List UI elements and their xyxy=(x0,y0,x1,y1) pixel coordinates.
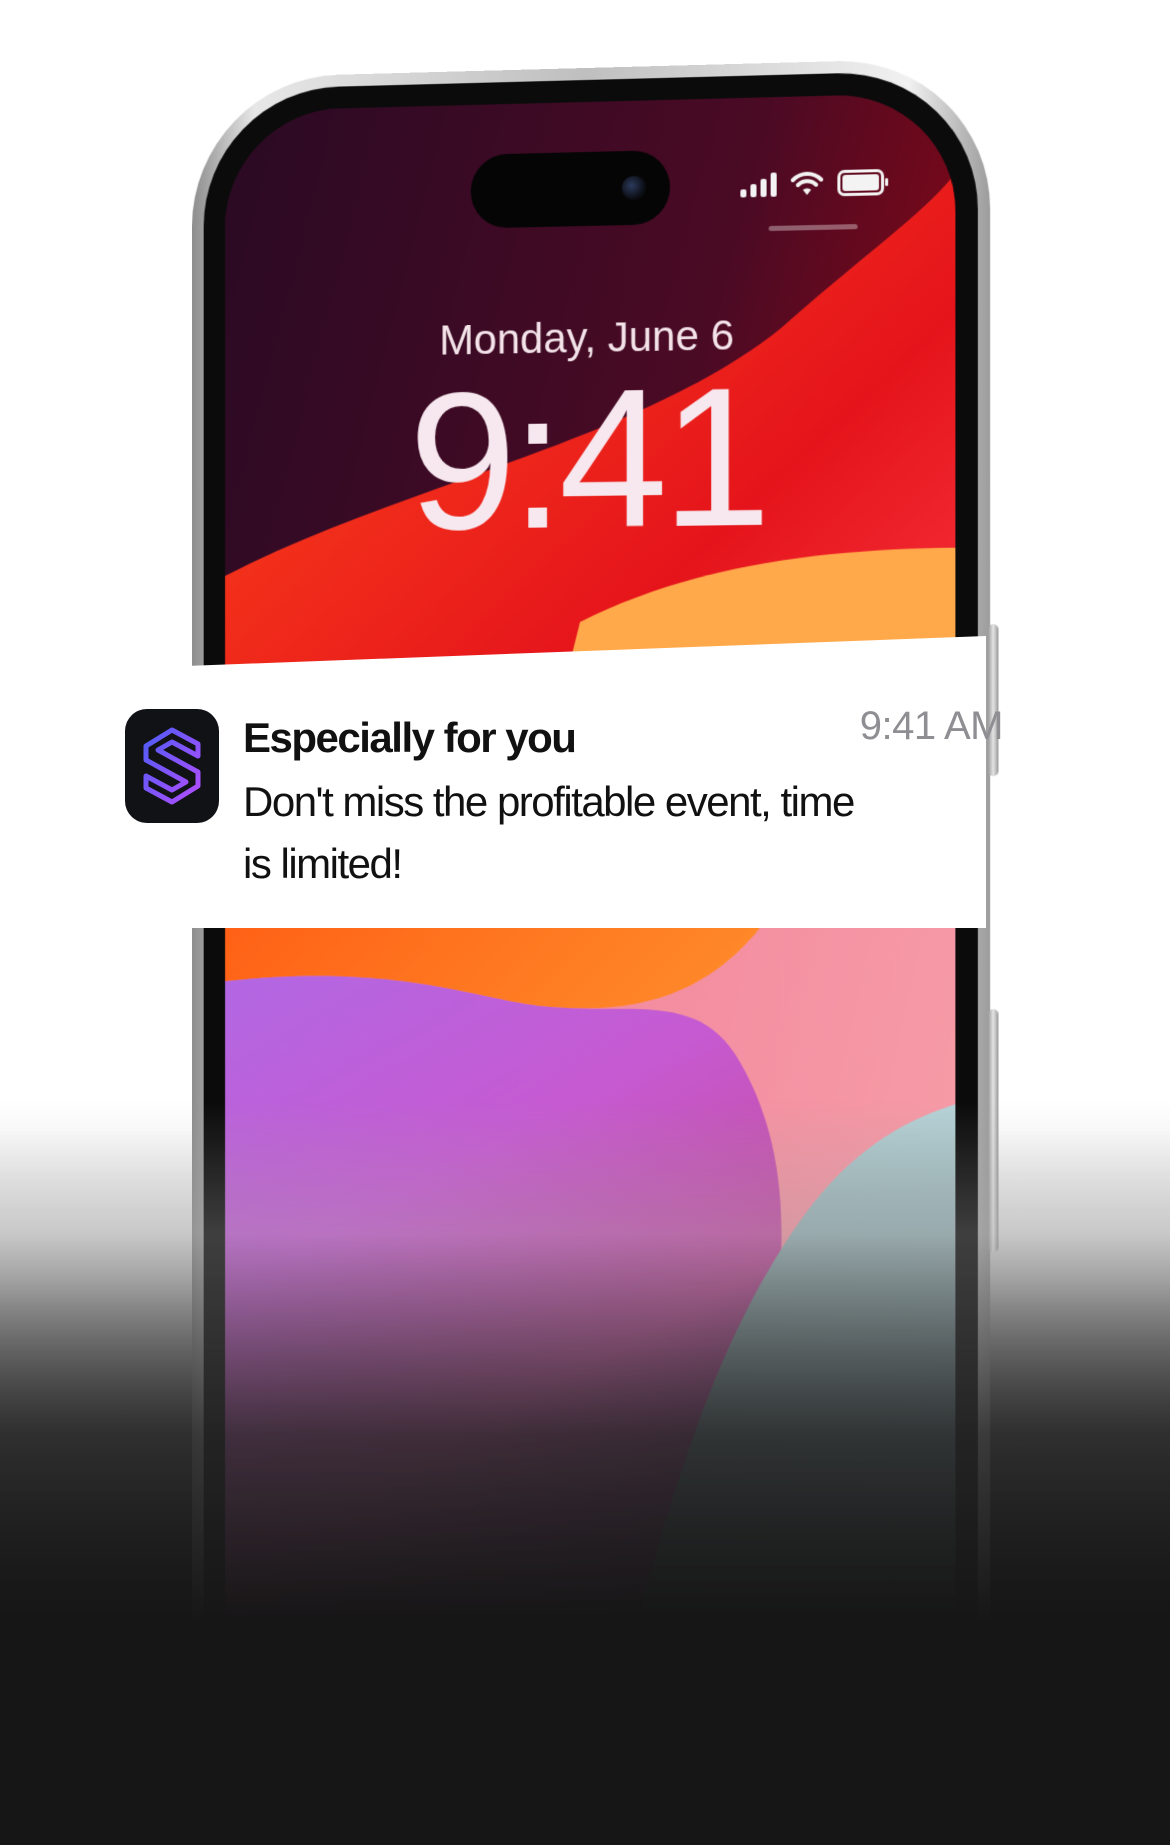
marketing-stage: Monday, June 6 9:41 Especially for you 9… xyxy=(0,0,1170,1845)
signal-icon xyxy=(740,173,776,198)
notification-message: Don't miss the profitable event, time is… xyxy=(243,771,883,895)
lock-screen-clock: 9:41 xyxy=(225,355,955,562)
bottom-fade xyxy=(0,1100,1170,1845)
app-logo-icon xyxy=(125,709,219,823)
camera-lens xyxy=(622,176,646,201)
battery-icon xyxy=(837,169,884,196)
notification-content[interactable]: Especially for you 9:41 AM Don't miss th… xyxy=(125,709,995,909)
wifi-icon xyxy=(791,170,823,197)
dynamic-island xyxy=(471,150,670,229)
notification-time: 9:41 AM xyxy=(860,704,1003,749)
status-bar xyxy=(740,169,884,199)
notification-title: Especially for you xyxy=(243,714,575,762)
